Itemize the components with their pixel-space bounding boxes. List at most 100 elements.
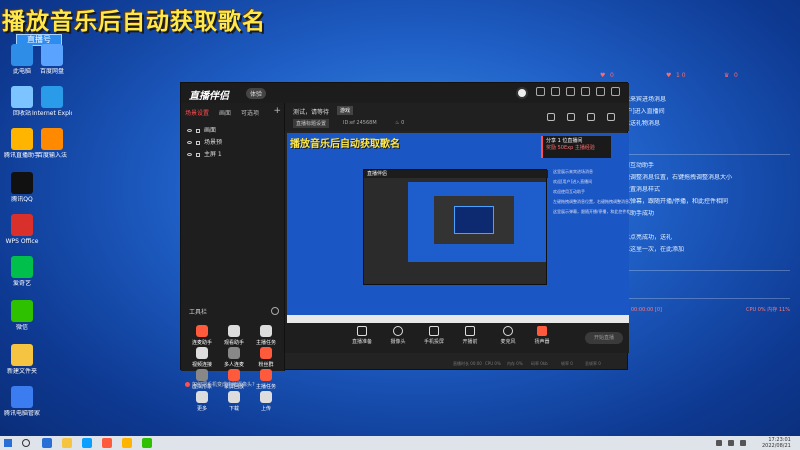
tool-button[interactable]: 下载	[219, 391, 249, 412]
tool-button[interactable]: 主播任务	[251, 325, 281, 346]
room-category-tag[interactable]: 游戏	[337, 106, 354, 115]
lock-icon[interactable]	[196, 140, 200, 145]
performance-status-bar: 直播时长 00:00 CPU 0% 内存 0% 码率 0kb 帧率 0 丢帧率 …	[453, 361, 601, 366]
lock-icon[interactable]	[196, 152, 200, 157]
chat-message: 欢迎使用互动助手	[606, 162, 655, 169]
phone-icon	[429, 326, 439, 336]
search-icon[interactable]	[22, 439, 30, 447]
lock-icon[interactable]	[196, 128, 200, 133]
network-icon[interactable]	[716, 440, 722, 446]
tool-button[interactable]: 连麦助手	[187, 325, 217, 346]
tool-label: 上传	[260, 406, 271, 412]
tool-button[interactable]: 粉丝群	[251, 347, 281, 368]
settings-icon[interactable]	[551, 87, 560, 96]
speaker-icon	[537, 326, 547, 336]
pre-live-button[interactable]: 开播前	[453, 326, 487, 345]
live-companion-window: 直播伴侣 体验 场景设置 画面 可选项 + 画面 场景预 主屏 1 工具栏 连麦…	[180, 82, 629, 412]
tool-label: 视频连接	[191, 362, 212, 368]
room-edit-button[interactable]: 直播标题设置	[293, 119, 330, 128]
bell-icon[interactable]	[607, 113, 615, 121]
stream-preview[interactable]: 播放音乐后自动获取歌名 分享 1 位直播间 奖励 50Exp 主播经验 这里展示…	[287, 133, 629, 323]
divider	[606, 298, 790, 299]
desktop-icon-label: 腾讯QQ	[11, 196, 33, 203]
eye-icon[interactable]	[187, 153, 192, 156]
app-logo: 直播伴侣	[189, 91, 229, 102]
nested-inner-preview	[454, 206, 494, 234]
taskbar-app-icon[interactable]	[122, 438, 132, 448]
maximize-icon[interactable]	[596, 87, 605, 96]
tool-button[interactable]: 视频连接	[187, 347, 217, 368]
desktop-icon[interactable]: 百度网盘	[32, 44, 72, 75]
tab-picture[interactable]: 画面	[219, 108, 231, 117]
desktop-icon-label: 百度输入法	[36, 152, 67, 159]
tool-label: 下载	[228, 406, 239, 412]
camera-button[interactable]: 摄像头	[381, 326, 415, 345]
taskbar-app-icon[interactable]	[62, 438, 72, 448]
desktop-icon[interactable]: 百度输入法	[32, 128, 72, 159]
help-link[interactable]: 如何把手机变成电脑摄像头?	[185, 381, 255, 388]
input-method-icon[interactable]	[740, 440, 746, 446]
tool-icon	[196, 347, 208, 359]
microphone-icon	[503, 326, 513, 336]
room-info-bar: 测试，请等待 游戏 直播标题设置 ID:ef 24568M ♨ 0	[285, 103, 629, 131]
fans-count: 1 0	[676, 72, 686, 79]
preview-chat-line: 欢迎使用互动助手	[553, 189, 585, 194]
divider	[606, 270, 790, 271]
tool-label: 主播任务	[255, 384, 276, 390]
avatar[interactable]	[516, 87, 528, 99]
lock-icon[interactable]	[567, 113, 575, 121]
share-icon[interactable]	[547, 113, 555, 121]
speaker-button[interactable]: 扬声器	[525, 326, 559, 345]
app-icon	[11, 386, 33, 408]
desktop-icon[interactable]: 新建文件夹	[2, 344, 42, 375]
taskbar-app-icon[interactable]	[82, 438, 92, 448]
desktop-icon[interactable]: 微信	[2, 300, 42, 331]
tool-button[interactable]: 观看助手	[219, 325, 249, 346]
tab-scene-settings[interactable]: 场景设置	[185, 108, 209, 117]
tool-button[interactable]: 上传	[251, 391, 281, 412]
gear-icon[interactable]	[271, 307, 279, 315]
scene-panel: 场景设置 画面 可选项 + 画面 场景预 主屏 1 工具栏 连麦助手 观看助手 主播…	[181, 103, 285, 412]
app-icon	[11, 172, 33, 194]
phone-cast-button[interactable]: 手机投屏	[417, 326, 451, 345]
add-scene-icon[interactable]: +	[273, 106, 281, 116]
microphone-button[interactable]: 麦克风	[491, 326, 525, 345]
scene-item[interactable]: 场景预	[187, 137, 222, 147]
volume-icon[interactable]	[728, 440, 734, 446]
tool-button[interactable]: 多人连麦	[219, 347, 249, 368]
desktop-icon[interactable]: 腾讯电脑管家	[2, 386, 42, 417]
taskbar-app-icon[interactable]	[42, 438, 52, 448]
live-prep-button[interactable]: 直播准备	[345, 326, 379, 345]
desktop-icon-label: 微信	[15, 324, 28, 331]
menu-icon[interactable]	[566, 87, 575, 96]
eye-icon[interactable]	[187, 141, 192, 144]
taskbar-clock[interactable]: 17:23:01 2022/08/21	[762, 437, 791, 449]
taskbar-app-icon[interactable]	[102, 438, 112, 448]
version-badge[interactable]: 体验	[246, 88, 267, 99]
preview-chat-line: 左键拖拽调整消息位置，右键拖拽调整消息大小	[553, 199, 629, 204]
scene-item[interactable]: 主屏 1	[187, 149, 222, 159]
desktop-icon[interactable]: 腾讯QQ	[2, 172, 42, 203]
skin-icon[interactable]	[536, 87, 545, 96]
desktop-icon[interactable]: 爱奇艺	[2, 256, 42, 287]
start-live-button[interactable]: 开始直播	[585, 332, 623, 344]
viewers-count: 0	[734, 72, 738, 79]
gift-icon[interactable]	[587, 113, 595, 121]
eye-icon[interactable]	[187, 129, 192, 132]
close-icon[interactable]	[611, 87, 620, 96]
room-title[interactable]: 测试，请等待	[293, 107, 329, 116]
tab-options[interactable]: 可选项	[241, 108, 259, 117]
nested-inner-window	[434, 196, 514, 244]
desktop-icon[interactable]: Internet Explorer	[32, 86, 72, 117]
tool-icon	[228, 347, 240, 359]
tool-button[interactable]: 更多	[187, 391, 217, 412]
minimize-icon[interactable]	[581, 87, 590, 96]
taskbar-app-icon[interactable]	[142, 438, 152, 448]
app-icon	[11, 44, 33, 66]
desktop-icon[interactable]: WPS Office	[2, 214, 42, 245]
start-icon[interactable]	[4, 439, 12, 447]
scene-item[interactable]: 画面	[187, 125, 216, 135]
tools-title: 工具栏	[189, 309, 208, 316]
tool-icon	[260, 347, 272, 359]
tool-button[interactable]: 主播任务	[251, 369, 281, 390]
